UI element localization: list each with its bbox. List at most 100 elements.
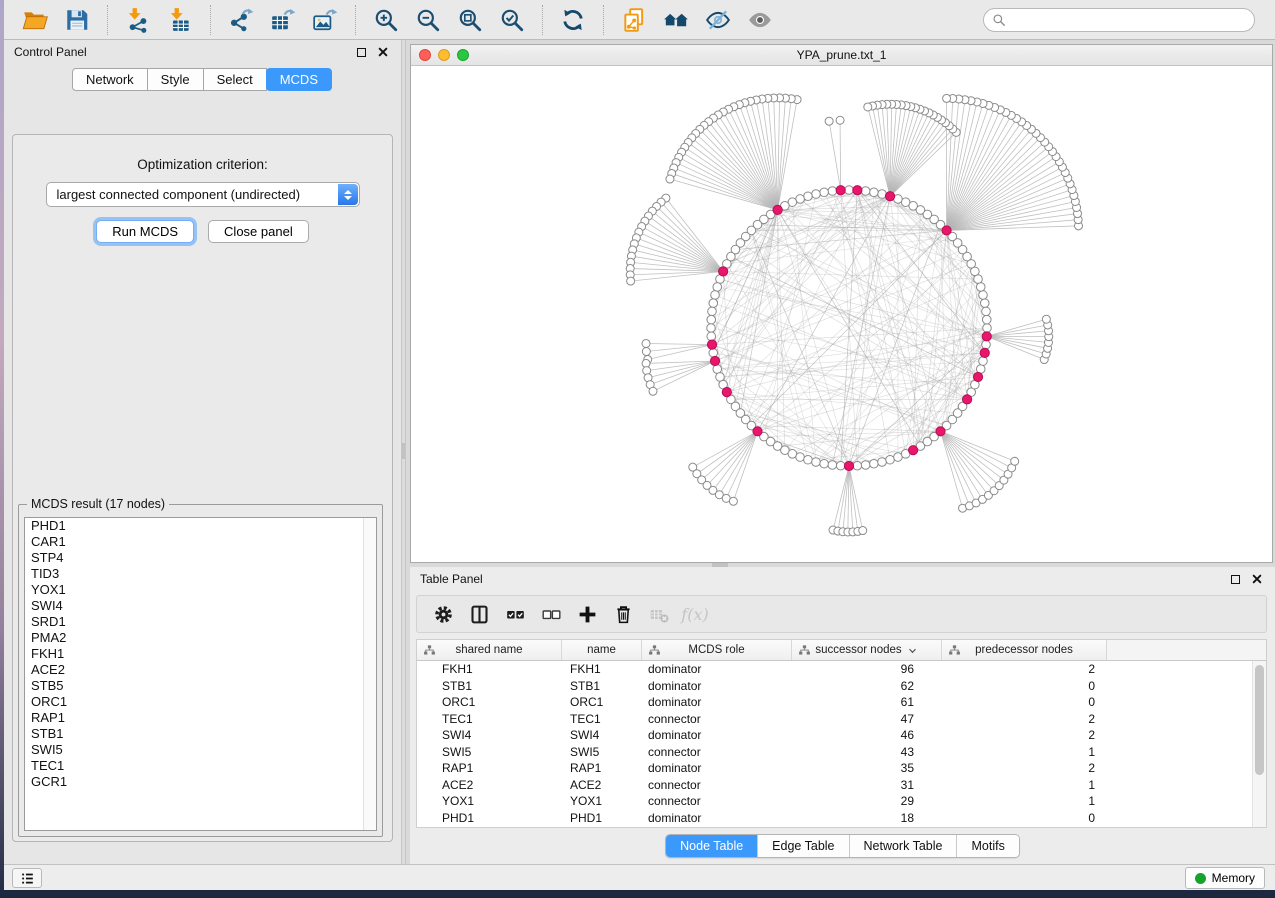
mcds-hub-node[interactable]: [973, 372, 982, 381]
table-row[interactable]: PHD1PHD1dominator180: [417, 810, 1252, 827]
criterion-dropdown[interactable]: largest connected component (undirected): [46, 182, 360, 207]
tab-select[interactable]: Select: [203, 68, 267, 91]
show-eye-button[interactable]: [742, 3, 778, 37]
mcds-hub-node[interactable]: [982, 332, 991, 341]
save-button[interactable]: [59, 3, 95, 37]
mcds-hub-node[interactable]: [707, 340, 716, 349]
mcds-result-item[interactable]: PHD1: [25, 518, 376, 534]
table-panel-close-button[interactable]: [1249, 571, 1265, 587]
tab-style[interactable]: Style: [147, 68, 204, 91]
table-scrollbar-thumb[interactable]: [1255, 665, 1264, 775]
refresh-button[interactable]: [555, 3, 591, 37]
mcds-hub-node[interactable]: [753, 427, 762, 436]
column-header-successor-nodes[interactable]: successor nodes: [792, 640, 942, 660]
mcds-result-item[interactable]: YOX1: [25, 582, 376, 598]
select-all-button[interactable]: [500, 599, 530, 629]
tab-node-table[interactable]: Node Table: [666, 835, 758, 857]
mcds-result-list[interactable]: PHD1CAR1STP4TID3YOX1SWI4SRD1PMA2FKH1ACE2…: [24, 517, 377, 831]
add-row-button[interactable]: [572, 599, 602, 629]
table-row[interactable]: SWI4SWI4dominator462: [417, 727, 1252, 744]
table-row[interactable]: FKH1FKH1dominator962: [417, 661, 1252, 678]
network-canvas[interactable]: [411, 66, 1272, 562]
close-panel-button[interactable]: Close panel: [208, 220, 309, 243]
tab-network-table[interactable]: Network Table: [850, 835, 958, 857]
mcds-result-item[interactable]: ORC1: [25, 694, 376, 710]
mcds-hub-node[interactable]: [773, 205, 782, 214]
mcds-result-item[interactable]: STP4: [25, 550, 376, 566]
mcds-result-item[interactable]: ACE2: [25, 662, 376, 678]
zoom-selected-button[interactable]: [494, 3, 530, 37]
mcds-result-item[interactable]: STB5: [25, 678, 376, 694]
network-list-button[interactable]: [12, 868, 42, 888]
table-row[interactable]: STB1STB1dominator620: [417, 678, 1252, 695]
memory-button[interactable]: Memory: [1185, 867, 1265, 889]
export-image-button[interactable]: [307, 3, 343, 37]
network-canvas-area[interactable]: [411, 66, 1272, 562]
mcds-result-item[interactable]: SRD1: [25, 614, 376, 630]
control-panel-close-button[interactable]: [375, 44, 391, 60]
mcds-result-item[interactable]: GCR1: [25, 774, 376, 790]
mcds-hub-node[interactable]: [962, 395, 971, 404]
columns-button[interactable]: [464, 599, 494, 629]
mcds-hub-node[interactable]: [836, 186, 845, 195]
table-row[interactable]: TEC1TEC1connector472: [417, 711, 1252, 728]
mcds-result-item[interactable]: PMA2: [25, 630, 376, 646]
mcds-hub-node[interactable]: [722, 388, 731, 397]
splitter-handle[interactable]: [402, 443, 405, 459]
mcds-result-item[interactable]: SWI5: [25, 742, 376, 758]
import-table-button[interactable]: [162, 3, 198, 37]
mcds-result-item[interactable]: TEC1: [25, 758, 376, 774]
column-header-predecessor-nodes[interactable]: predecessor nodes: [942, 640, 1107, 660]
gear-button[interactable]: [428, 599, 458, 629]
dropdown-stepper-icon: [338, 184, 358, 205]
column-header-shared-name[interactable]: shared name: [417, 640, 562, 660]
toolbar-separator: [355, 5, 356, 35]
mcds-result-item[interactable]: RAP1: [25, 710, 376, 726]
mcds-hub-node[interactable]: [980, 348, 989, 357]
open-folder-button[interactable]: [17, 3, 53, 37]
tab-network[interactable]: Network: [72, 68, 148, 91]
mcds-result-item[interactable]: TID3: [25, 566, 376, 582]
control-panel-float-button[interactable]: [353, 44, 369, 60]
mcds-hub-node[interactable]: [885, 192, 894, 201]
home-button[interactable]: [658, 3, 694, 37]
mcds-result-item[interactable]: SWI4: [25, 598, 376, 614]
export-table-button[interactable]: [265, 3, 301, 37]
clone-network-button[interactable]: [616, 3, 652, 37]
export-network-button[interactable]: [223, 3, 259, 37]
table-row[interactable]: YOX1YOX1connector291: [417, 793, 1252, 810]
mcds-hub-node[interactable]: [844, 461, 853, 470]
mcds-result-item[interactable]: FKH1: [25, 646, 376, 662]
column-header-name[interactable]: name: [562, 640, 642, 660]
mcds-hub-node[interactable]: [909, 446, 918, 455]
mcds-list-scrollbar[interactable]: [363, 518, 376, 830]
tab-mcds[interactable]: MCDS: [266, 68, 332, 91]
hide-eye-button[interactable]: [700, 3, 736, 37]
search-input[interactable]: [1011, 13, 1246, 27]
mcds-hub-node[interactable]: [719, 267, 728, 276]
zoom-in-button[interactable]: [368, 3, 404, 37]
table-row[interactable]: ORC1ORC1dominator610: [417, 694, 1252, 711]
table-row[interactable]: RAP1RAP1dominator352: [417, 760, 1252, 777]
table-row[interactable]: ACE2ACE2connector311: [417, 777, 1252, 794]
search-box[interactable]: [983, 8, 1255, 32]
unselect-all-button[interactable]: [536, 599, 566, 629]
mcds-hub-node[interactable]: [942, 226, 951, 235]
mcds-result-item[interactable]: CAR1: [25, 534, 376, 550]
mcds-hub-node[interactable]: [936, 427, 945, 436]
mcds-result-item[interactable]: STB1: [25, 726, 376, 742]
mcds-hub-node[interactable]: [853, 186, 862, 195]
import-network-button[interactable]: [120, 3, 156, 37]
zoom-out-button[interactable]: [410, 3, 446, 37]
run-mcds-button[interactable]: Run MCDS: [96, 220, 194, 243]
mcds-hub-node[interactable]: [710, 356, 719, 365]
network-window-titlebar[interactable]: YPA_prune.txt_1: [411, 45, 1272, 66]
tab-edge-table[interactable]: Edge Table: [758, 835, 849, 857]
table-panel-float-button[interactable]: [1227, 571, 1243, 587]
delete-row-button[interactable]: [608, 599, 638, 629]
table-row[interactable]: SWI5SWI5connector431: [417, 744, 1252, 761]
table-scrollbar[interactable]: [1252, 661, 1266, 827]
zoom-fit-button[interactable]: [452, 3, 488, 37]
tab-motifs[interactable]: Motifs: [957, 835, 1018, 857]
column-header-MCDS-role[interactable]: MCDS role: [642, 640, 792, 660]
